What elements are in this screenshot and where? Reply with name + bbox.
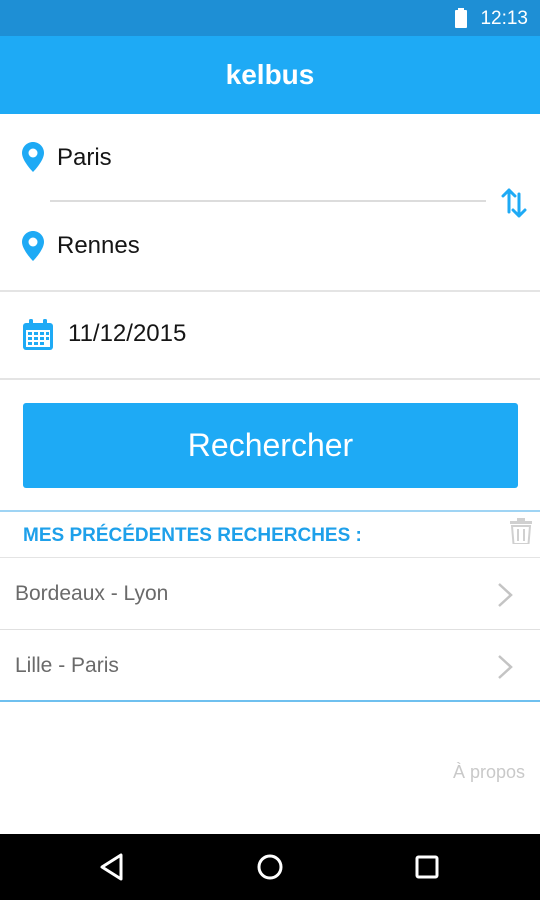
history-item-bordeaux-lyon[interactable]: Bordeaux - Lyon bbox=[0, 558, 540, 630]
search-button[interactable]: Rechercher bbox=[23, 403, 518, 488]
history-header: MES PRÉCÉDENTES RECHERCHES : bbox=[0, 510, 540, 558]
home-circle-icon[interactable] bbox=[254, 851, 286, 883]
route-divider bbox=[50, 200, 486, 202]
status-time: 12:13 bbox=[480, 8, 528, 29]
app-title: kelbus bbox=[225, 59, 315, 90]
chevron-right-icon bbox=[498, 583, 513, 607]
system-nav-bar bbox=[0, 834, 540, 900]
back-triangle-icon[interactable] bbox=[97, 851, 129, 883]
date-field[interactable]: 11/12/2015 bbox=[0, 292, 540, 380]
app-bar: kelbus bbox=[0, 36, 540, 114]
history-item-label: Bordeaux - Lyon bbox=[15, 582, 169, 605]
battery-full-icon bbox=[455, 8, 467, 28]
recents-square-icon[interactable] bbox=[411, 851, 443, 883]
trash-icon[interactable] bbox=[509, 518, 533, 544]
history-title: MES PRÉCÉDENTES RECHERCHES : bbox=[23, 525, 362, 546]
location-pin-icon bbox=[22, 231, 44, 261]
swap-vertical-icon[interactable] bbox=[501, 188, 527, 218]
arrival-field[interactable]: Rennes bbox=[57, 232, 140, 260]
calendar-icon bbox=[23, 319, 53, 350]
chevron-right-icon bbox=[498, 655, 513, 679]
history-item-lille-paris[interactable]: Lille - Paris bbox=[0, 630, 540, 702]
status-bar: 12:13 bbox=[0, 0, 540, 36]
departure-field[interactable]: Paris bbox=[57, 144, 112, 172]
history-item-label: Lille - Paris bbox=[15, 654, 119, 677]
route-card: Paris Rennes bbox=[0, 114, 540, 292]
date-value: 11/12/2015 bbox=[68, 320, 187, 347]
about-link[interactable]: À propos bbox=[453, 762, 525, 783]
location-pin-icon bbox=[22, 142, 44, 172]
